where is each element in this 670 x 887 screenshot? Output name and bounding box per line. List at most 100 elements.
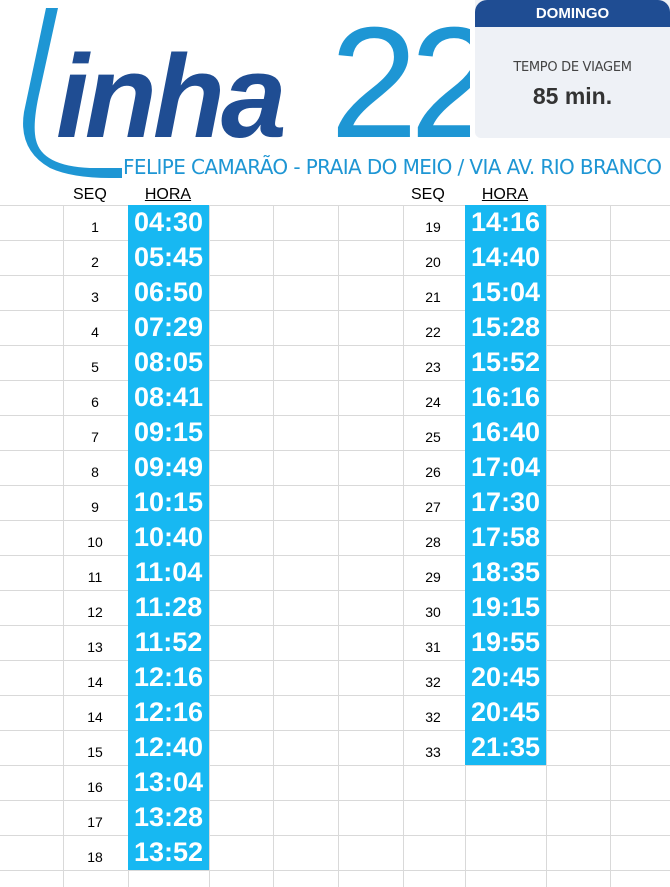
grid-column-line — [546, 205, 547, 887]
departure-time: 04:30 — [133, 207, 204, 237]
departure-time: 17:04 — [470, 452, 541, 482]
grid-column-line — [338, 205, 339, 887]
departure-time: 13:52 — [133, 837, 204, 867]
departure-time: 11:04 — [134, 557, 203, 587]
departure-time: 20:45 — [470, 697, 541, 727]
grid-row-line — [0, 450, 670, 451]
departure-time: 05:45 — [133, 242, 204, 272]
grid-row-line — [0, 555, 670, 556]
grid-row-line — [0, 625, 670, 626]
grid-row-line — [0, 695, 670, 696]
seq-cell: 15 — [87, 744, 103, 760]
seq-cell: 13 — [87, 639, 103, 655]
departure-time: 13:28 — [133, 802, 204, 832]
departure-time: 09:49 — [133, 452, 204, 482]
seq-cell: 22 — [425, 324, 441, 340]
departure-time: 15:04 — [470, 277, 541, 307]
grid-column-line — [273, 205, 274, 887]
departure-time: 14:40 — [470, 242, 541, 272]
grid-column-line — [209, 205, 210, 887]
schedule-info-panel: DOMINGO TEMPO DE VIAGEM 85 min. — [475, 0, 670, 138]
departure-time: 08:41 — [133, 382, 204, 412]
seq-cell: 12 — [87, 604, 103, 620]
seq-cell: 5 — [91, 359, 99, 375]
seq-cell: 1 — [91, 219, 99, 235]
travel-time-label: TEMPO DE VIAGEM — [513, 60, 632, 75]
left-seq-header: SEQ — [73, 186, 107, 203]
seq-cell: 9 — [91, 499, 99, 515]
grid-row-line — [0, 380, 670, 381]
seq-cell: 25 — [425, 429, 441, 445]
departure-time: 21:35 — [470, 732, 541, 762]
departure-time: 08:05 — [133, 347, 204, 377]
grid-row-line — [0, 835, 670, 836]
grid-row-line — [0, 590, 670, 591]
grid-row-line — [0, 240, 670, 241]
grid-row-line — [0, 870, 670, 871]
seq-cell: 21 — [425, 289, 441, 305]
departure-time: 15:28 — [470, 312, 541, 342]
departure-time: 16:40 — [470, 417, 541, 447]
grid-row-line — [0, 205, 670, 206]
departure-time: 17:30 — [470, 487, 541, 517]
departure-time: 18:35 — [470, 557, 541, 587]
grid-row-line — [0, 415, 670, 416]
grid-row-line — [0, 275, 670, 276]
seq-cell: 11 — [87, 569, 103, 585]
seq-cell: 8 — [91, 464, 99, 480]
day-label: DOMINGO — [475, 0, 670, 27]
departure-time: 19:55 — [470, 627, 541, 657]
seq-cell: 19 — [425, 219, 441, 235]
seq-cell: 3 — [91, 289, 99, 305]
seq-cell: 23 — [425, 359, 441, 375]
seq-cell: 27 — [425, 499, 441, 515]
right-seq-header: SEQ — [411, 186, 445, 203]
grid-row-line — [0, 485, 670, 486]
seq-cell: 6 — [91, 394, 99, 410]
departure-time: 13:04 — [133, 767, 204, 797]
seq-cell: 28 — [425, 534, 441, 550]
seq-cell: 20 — [425, 254, 441, 270]
seq-cell: 24 — [425, 394, 441, 410]
seq-cell: 26 — [425, 464, 441, 480]
grid-column-line — [63, 205, 64, 887]
seq-cell: 4 — [91, 324, 99, 340]
seq-cell: 32 — [425, 674, 441, 690]
seq-cell: 30 — [425, 604, 441, 620]
seq-cell: 10 — [87, 534, 103, 550]
departure-time: 10:15 — [133, 487, 204, 517]
departure-time: 07:29 — [133, 312, 204, 342]
grid-row-line — [0, 765, 670, 766]
svg-text:22: 22 — [330, 0, 470, 171]
departure-time: 16:16 — [470, 382, 541, 412]
seq-cell: 31 — [425, 639, 441, 655]
departure-time: 12:16 — [133, 697, 204, 727]
seq-cell: 2 — [91, 254, 99, 270]
departure-time: 12:16 — [133, 662, 204, 692]
seq-cell: 16 — [87, 779, 103, 795]
route-name: FELIPE CAMARÃO - PRAIA DO MEIO / VIA AV.… — [123, 155, 662, 179]
grid-row-line — [0, 800, 670, 801]
departure-time: 06:50 — [133, 277, 204, 307]
seq-cell: 14 — [87, 709, 103, 725]
grid-column-line — [610, 205, 611, 887]
grid-row-line — [0, 730, 670, 731]
grid-row-line — [0, 660, 670, 661]
seq-cell: 18 — [87, 849, 103, 865]
seq-cell: 7 — [91, 429, 99, 445]
departure-time: 11:28 — [134, 592, 203, 622]
departure-time: 09:15 — [133, 417, 204, 447]
seq-cell: 32 — [425, 709, 441, 725]
left-hora-header: HORA — [144, 186, 192, 203]
departure-time: 15:52 — [470, 347, 541, 377]
seq-cell: 29 — [425, 569, 441, 585]
departure-time: 17:58 — [470, 522, 541, 552]
grid-row-line — [0, 520, 670, 521]
departure-time: 19:15 — [470, 592, 541, 622]
departure-time: 14:16 — [470, 207, 541, 237]
travel-time-value: 85 min. — [532, 83, 613, 109]
departure-time: 20:45 — [470, 662, 541, 692]
seq-cell: 17 — [87, 814, 103, 830]
departure-time: 11:52 — [134, 627, 203, 657]
grid-row-line — [0, 310, 670, 311]
